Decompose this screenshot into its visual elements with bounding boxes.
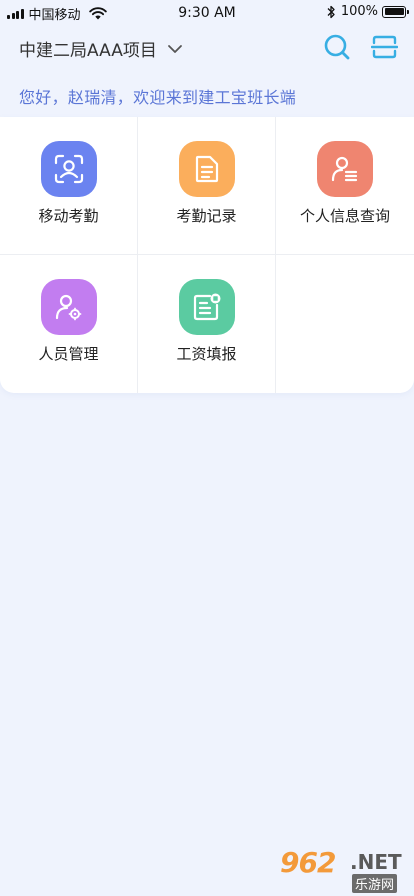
document-icon [178,141,235,197]
bluetooth-icon [327,5,335,18]
person-info-icon [317,141,373,197]
battery-percent: 100% [340,4,378,19]
chevron-down-icon [167,44,182,53]
watermark-logo: 962 .NET 乐游网 [276,846,410,893]
watermark-suffix: .NET [350,850,402,874]
greeting-text: 您好，赵瑞清，欢迎来到建工宝班长端 [19,88,297,107]
menu-tile-salary-fill[interactable]: 工资填报 [138,255,276,393]
search-icon[interactable] [323,33,351,61]
empty-tile [276,255,414,393]
header: 中建二局AAA项目 [0,28,414,68]
face-scan-icon [40,141,97,197]
menu-tile-staff-management[interactable]: 人员管理 [0,255,138,393]
menu-tile-attendance-records[interactable]: 考勤记录 [138,117,276,255]
menu-tile-personal-info[interactable]: 个人信息查询 [276,117,414,255]
tile-label: 工资填报 [176,345,237,363]
project-selector[interactable]: 中建二局AAA项目 [19,36,183,61]
status-bar: 中国移动 9:30 AM 100% [0,0,414,24]
watermark-brand: 962 [280,846,336,879]
project-name: 中建二局AAA项目 [19,41,157,61]
watermark-cn: 乐游网 [352,874,398,893]
battery-icon [382,5,409,18]
tile-label: 考勤记录 [176,207,237,225]
form-fill-icon [178,279,235,335]
person-settings-icon [40,279,97,335]
tile-label: 移动考勤 [38,207,99,225]
menu-grid: 移动考勤 考勤记录 个人信息查询 人员管理 工资填报 [0,117,414,393]
tile-label: 人员管理 [38,345,99,363]
scan-icon[interactable] [371,34,398,60]
menu-tile-mobile-attendance[interactable]: 移动考勤 [0,117,138,255]
tile-label: 个人信息查询 [299,207,390,225]
